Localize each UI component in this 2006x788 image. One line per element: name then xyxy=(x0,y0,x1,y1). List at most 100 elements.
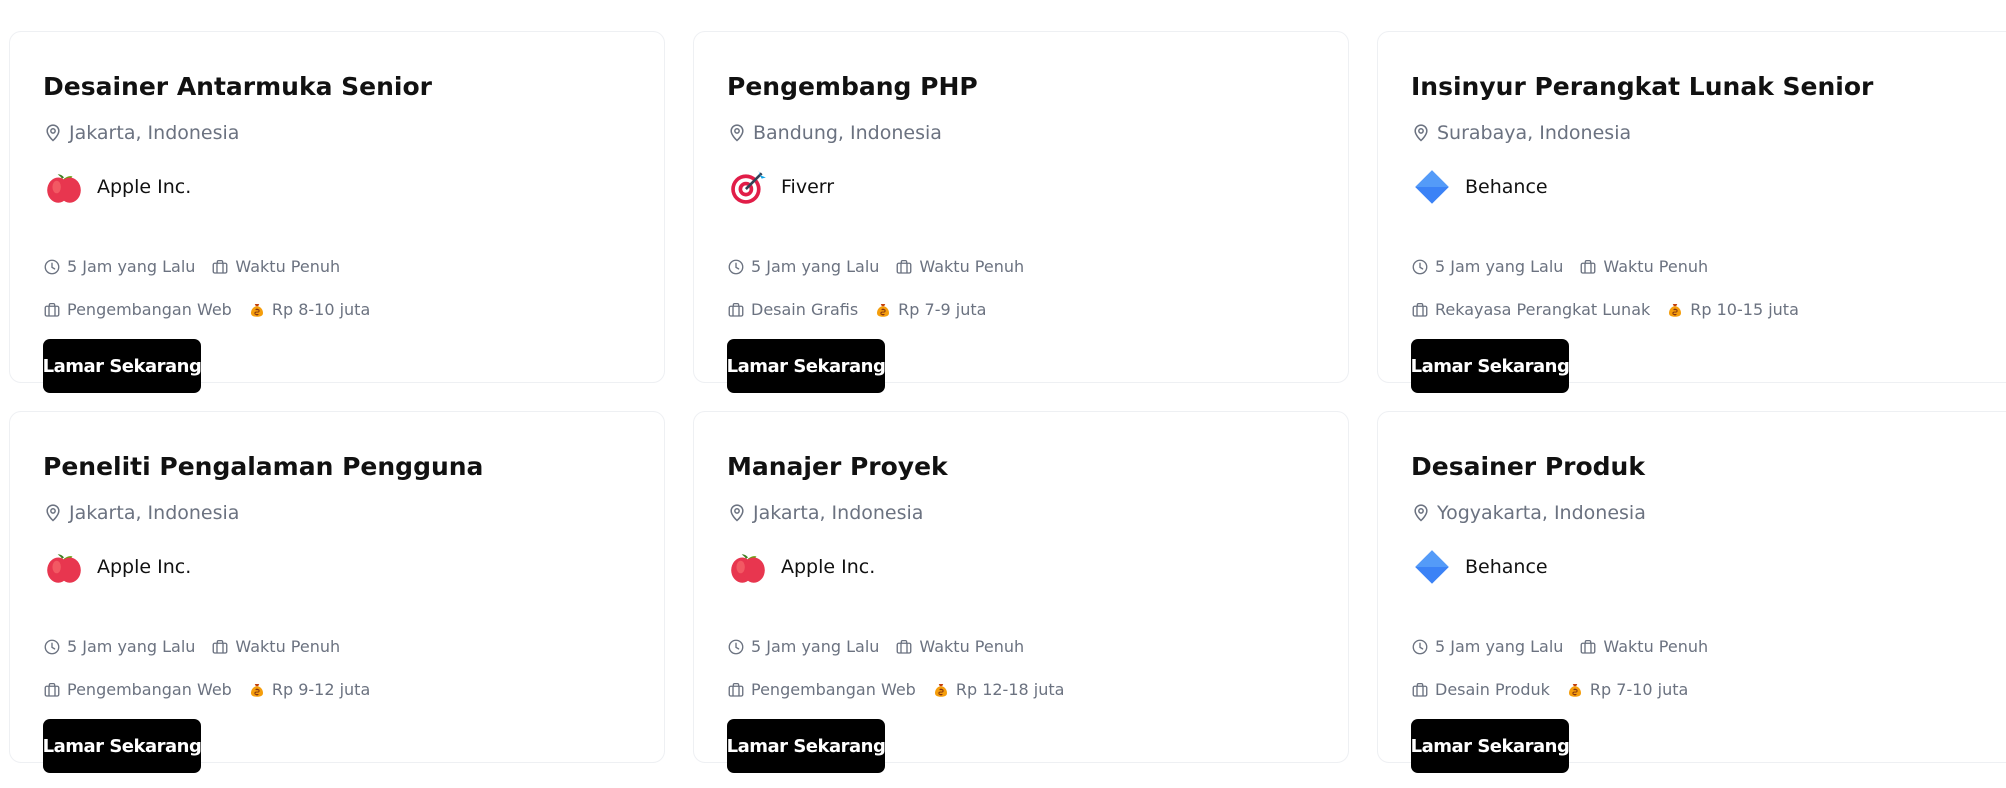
company-name: Behance xyxy=(1465,556,1548,578)
job-title: Desainer Produk xyxy=(1411,452,1645,481)
apply-now-button[interactable]: Lamar Sekarang xyxy=(43,719,201,773)
company: Behance xyxy=(1411,166,1548,208)
job-type: Waktu Penuh xyxy=(895,257,1024,276)
category-text: Pengembangan Web xyxy=(67,300,232,319)
job-title: Peneliti Pengalaman Pengguna xyxy=(43,452,484,481)
location-text: Bandung, Indonesia xyxy=(753,122,942,144)
company-name: Apple Inc. xyxy=(97,176,192,198)
job-type-text: Waktu Penuh xyxy=(919,257,1025,276)
meta-row-category-salary: Desain Grafis Rp 7-9 juta xyxy=(727,300,986,319)
location-pin-icon xyxy=(1411,123,1431,143)
apply-now-button[interactable]: Lamar Sekarang xyxy=(727,719,885,773)
apply-now-button[interactable]: Lamar Sekarang xyxy=(1411,339,1569,393)
posted-text: 5 Jam yang Lalu xyxy=(67,257,196,276)
posted-text: 5 Jam yang Lalu xyxy=(1435,257,1564,276)
meta-row-time-type: 5 Jam yang Lalu Waktu Penuh xyxy=(1411,637,1708,656)
job-card: Manajer Proyek Jakarta, Indonesia Apple … xyxy=(693,411,1349,773)
posted-time: 5 Jam yang Lalu xyxy=(727,257,879,276)
briefcase-icon xyxy=(211,258,229,276)
salary-text: Rp 10-15 juta xyxy=(1690,300,1799,319)
company: Behance xyxy=(1411,546,1548,588)
clock-icon xyxy=(1411,638,1429,656)
salary-text: Rp 9-12 juta xyxy=(271,680,371,699)
apple-logo-icon xyxy=(43,166,85,208)
location-pin-icon xyxy=(727,123,747,143)
salary: Rp 12-18 juta xyxy=(932,680,1065,699)
apply-now-button[interactable]: Lamar Sekarang xyxy=(727,339,885,393)
location-pin-icon xyxy=(727,503,747,523)
job-title: Insinyur Perangkat Lunak Senior xyxy=(1411,72,1874,101)
salary: Rp 10-15 juta xyxy=(1666,300,1799,319)
clock-icon xyxy=(43,638,61,656)
job-type-text: Waktu Penuh xyxy=(1603,637,1709,656)
salary-text: Rp 7-9 juta xyxy=(898,300,987,319)
salary-text: Rp 7-10 juta xyxy=(1589,680,1689,699)
apply-now-button[interactable]: Lamar Sekarang xyxy=(43,339,201,393)
briefcase-icon xyxy=(1579,258,1597,276)
category-text: Pengembangan Web xyxy=(751,680,916,699)
apple-logo-icon xyxy=(43,546,85,588)
job-location: Jakarta, Indonesia xyxy=(43,502,239,524)
job-category: Pengembangan Web xyxy=(43,300,232,319)
clock-icon xyxy=(727,638,745,656)
company-name: Apple Inc. xyxy=(97,556,192,578)
job-type: Waktu Penuh xyxy=(211,257,340,276)
company-name: Behance xyxy=(1465,176,1548,198)
job-type: Waktu Penuh xyxy=(1579,257,1708,276)
salary-text: Rp 8-10 juta xyxy=(271,300,371,319)
job-title: Pengembang PHP xyxy=(727,72,978,101)
briefcase-icon xyxy=(895,258,913,276)
job-type-text: Waktu Penuh xyxy=(1603,257,1709,276)
category-text: Rekayasa Perangkat Lunak xyxy=(1435,300,1651,319)
job-type-text: Waktu Penuh xyxy=(919,637,1025,656)
company: Apple Inc. xyxy=(43,166,191,208)
salary-text: Rp 12-18 juta xyxy=(955,680,1065,699)
clock-icon xyxy=(1411,258,1429,276)
money-bag-icon xyxy=(1666,301,1684,319)
apply-now-button[interactable]: Lamar Sekarang xyxy=(1411,719,1569,773)
location-text: Surabaya, Indonesia xyxy=(1437,122,1632,144)
job-type-text: Waktu Penuh xyxy=(235,637,341,656)
job-category: Pengembangan Web xyxy=(727,680,916,699)
posted-time: 5 Jam yang Lalu xyxy=(727,637,879,656)
company: Apple Inc. xyxy=(727,546,875,588)
category-text: Desain Grafis xyxy=(751,300,859,319)
meta-row-time-type: 5 Jam yang Lalu Waktu Penuh xyxy=(43,257,340,276)
job-category: Rekayasa Perangkat Lunak xyxy=(1411,300,1650,319)
job-type: Waktu Penuh xyxy=(1579,637,1708,656)
job-location: Yogyakarta, Indonesia xyxy=(1411,502,1646,524)
apple-logo-icon xyxy=(727,546,769,588)
location-pin-icon xyxy=(43,123,63,143)
briefcase-icon xyxy=(1579,638,1597,656)
job-type: Waktu Penuh xyxy=(895,637,1024,656)
company: Fiverr xyxy=(727,166,834,208)
money-bag-icon xyxy=(248,681,266,699)
job-card: Desainer Antarmuka Senior Jakarta, Indon… xyxy=(9,31,665,393)
location-pin-icon xyxy=(43,503,63,523)
target-logo-icon xyxy=(727,166,769,208)
job-grid: Desainer Antarmuka Senior Jakarta, Indon… xyxy=(0,0,2006,788)
salary: Rp 8-10 juta xyxy=(248,300,370,319)
briefcase-icon xyxy=(1411,301,1429,319)
category-text: Pengembangan Web xyxy=(67,680,232,699)
meta-row-category-salary: Pengembangan Web Rp 12-18 juta xyxy=(727,680,1064,699)
company-name: Fiverr xyxy=(781,176,835,198)
posted-time: 5 Jam yang Lalu xyxy=(1411,637,1563,656)
posted-text: 5 Jam yang Lalu xyxy=(1435,637,1564,656)
job-title: Desainer Antarmuka Senior xyxy=(43,72,432,101)
briefcase-icon xyxy=(895,638,913,656)
briefcase-icon xyxy=(211,638,229,656)
posted-text: 5 Jam yang Lalu xyxy=(751,637,880,656)
job-card: Desainer Produk Yogyakarta, Indonesia Be… xyxy=(1377,411,2006,773)
posted-text: 5 Jam yang Lalu xyxy=(67,637,196,656)
job-card: Peneliti Pengalaman Pengguna Jakarta, In… xyxy=(9,411,665,773)
location-text: Yogyakarta, Indonesia xyxy=(1437,502,1646,524)
briefcase-icon xyxy=(1411,681,1429,699)
job-type-text: Waktu Penuh xyxy=(235,257,341,276)
job-category: Desain Produk xyxy=(1411,680,1550,699)
meta-row-category-salary: Desain Produk Rp 7-10 juta xyxy=(1411,680,1688,699)
company-name: Apple Inc. xyxy=(781,556,876,578)
salary: Rp 7-9 juta xyxy=(874,300,986,319)
location-text: Jakarta, Indonesia xyxy=(753,502,924,524)
briefcase-icon xyxy=(43,301,61,319)
